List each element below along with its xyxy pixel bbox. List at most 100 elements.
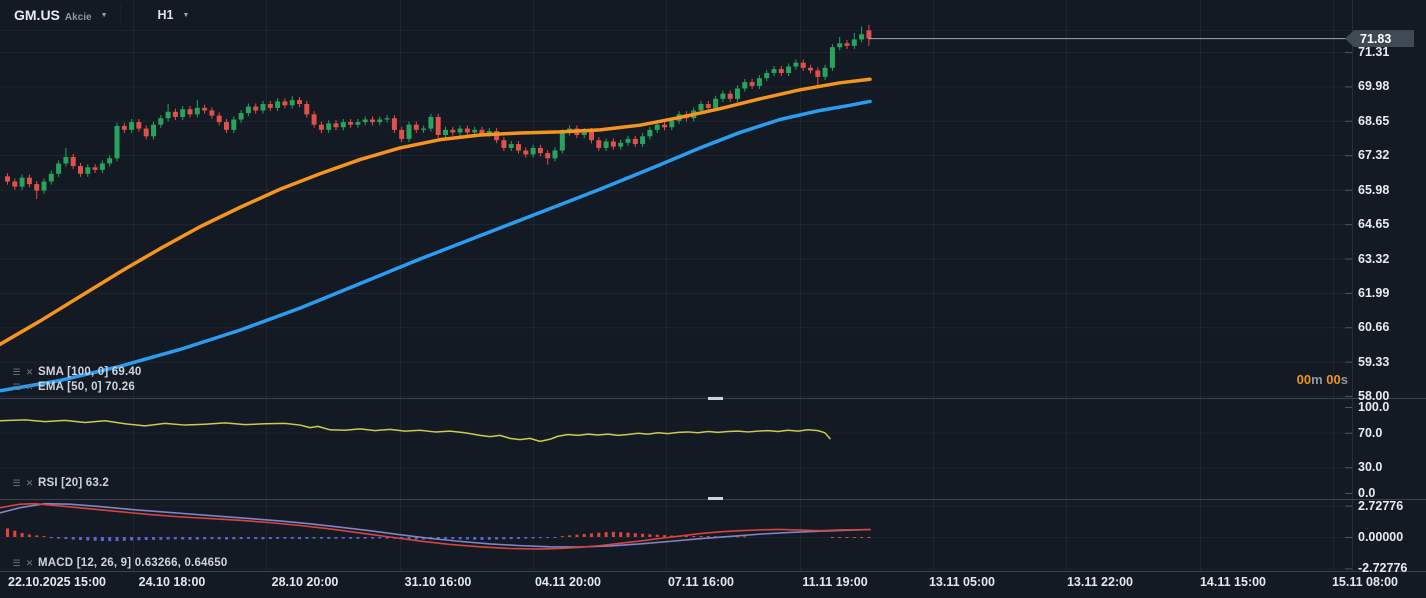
macd-histogram-bar (626, 532, 630, 537)
candle (114, 125, 120, 159)
candle (596, 140, 602, 148)
macd-histogram-bar (166, 537, 170, 540)
macd-histogram-bar (568, 535, 572, 537)
candle (866, 30, 872, 39)
candle (829, 47, 835, 68)
indicator-remove-icon[interactable]: ✕ (23, 477, 36, 489)
macd-histogram-bar (13, 530, 17, 537)
macd-histogram-bar (283, 537, 287, 539)
time-axis-label: 07.11 16:00 (667, 575, 735, 589)
macd-histogram-bar (838, 537, 842, 538)
indicator-settings-icon[interactable]: ☰ (10, 477, 23, 489)
candle (172, 111, 178, 117)
macd-histogram-bar (575, 534, 579, 537)
candle (12, 181, 18, 187)
candle (421, 128, 427, 130)
panel-resize-handle[interactable] (708, 497, 723, 500)
price-axis-label: 71.31 (1358, 45, 1390, 60)
macd-histogram-bar (663, 535, 666, 537)
last-price-tag: 71.83 (1345, 30, 1414, 48)
candle (78, 166, 83, 174)
price-axis-label: 69.98 (1358, 79, 1390, 94)
macd-histogram-bar (276, 537, 280, 539)
candle (216, 115, 222, 123)
time-axis-label: 28.10 20:00 (271, 575, 339, 589)
price-axis-label: 64.65 (1358, 217, 1390, 232)
macd-histogram-bar (35, 535, 39, 537)
candle (808, 67, 813, 71)
macd-histogram-bar (371, 537, 374, 539)
macd-histogram-bar (137, 537, 141, 541)
panel-resize-handle[interactable] (708, 397, 723, 400)
macd-line (0, 502, 871, 550)
indicator-remove-icon[interactable]: ✕ (23, 366, 36, 378)
indicator-settings-icon[interactable]: ☰ (10, 381, 23, 393)
time-axis-label: 14.11 15:00 (1199, 575, 1267, 589)
candle (413, 124, 419, 130)
macd-histogram-bar (699, 536, 703, 538)
candle (41, 181, 47, 191)
candle (399, 129, 405, 139)
timeframe-selector[interactable]: H1 ▼ (146, 8, 202, 22)
macd-histogram-bar (633, 533, 637, 537)
candle (786, 66, 792, 73)
indicator-legend-sma: ☰ ✕ SMA [100, 0] 69.40 (10, 366, 142, 378)
indicator-settings-icon[interactable]: ☰ (10, 557, 23, 569)
macd-histogram-bar (487, 537, 491, 540)
candle (326, 123, 332, 130)
indicator-remove-icon[interactable]: ✕ (23, 557, 36, 569)
macd-histogram-bar (305, 537, 309, 539)
candle (48, 173, 54, 182)
candle (654, 124, 660, 130)
indicator-legend-ema: ☰ ✕ EMA [50, 0] 70.26 (10, 381, 135, 393)
indicator-settings-icon[interactable]: ☰ (10, 366, 23, 378)
macd-histogram-bar (159, 537, 163, 540)
macd-histogram-bar (86, 537, 90, 541)
candle (406, 124, 412, 139)
candle (859, 34, 865, 40)
macd-histogram-bar (597, 532, 601, 537)
candle (545, 153, 551, 159)
candle (151, 124, 156, 137)
indicator-remove-icon[interactable]: ✕ (23, 381, 36, 393)
rsi-axis-label: 70.0 (1358, 425, 1383, 440)
candle (472, 129, 478, 133)
candle (559, 132, 565, 151)
candle (508, 144, 514, 148)
time-axis-label: 11.11 19:00 (802, 575, 868, 589)
symbol-label: GM.US (14, 7, 60, 23)
time-axis-label: 15.11 08:00 (1331, 575, 1399, 589)
candle (713, 98, 719, 108)
candle (720, 93, 726, 99)
macd-histogram-bar (845, 537, 849, 538)
candle (662, 124, 667, 128)
macd-histogram-bar (611, 531, 615, 537)
macd-histogram-bar (64, 537, 68, 540)
candle (143, 128, 149, 137)
indicator-label: EMA [50, 0] 70.26 (38, 381, 135, 393)
candle (136, 122, 142, 129)
macd-histogram-bar (108, 537, 112, 542)
macd-histogram-bar (655, 534, 659, 537)
price-axis-label: 63.32 (1358, 251, 1390, 266)
candle (625, 138, 631, 143)
chevron-down-icon: ▼ (100, 11, 108, 19)
macd-histogram-bar (546, 537, 550, 538)
candle (70, 156, 76, 167)
candle (63, 156, 69, 164)
candle (749, 82, 755, 86)
symbol-selector[interactable]: GM.US Akcie ▼ (0, 7, 118, 23)
macd-histogram-bar (20, 532, 24, 537)
candle (669, 120, 675, 128)
candle (610, 141, 616, 147)
candle (129, 122, 135, 130)
macd-histogram-bar (225, 537, 228, 540)
candle (355, 122, 361, 125)
candle (275, 101, 281, 108)
candle (771, 69, 777, 73)
candle (764, 73, 770, 79)
candle (822, 67, 828, 77)
macd-histogram-bar (495, 537, 499, 540)
macd-histogram-bar (531, 537, 535, 539)
chart-surface[interactable] (0, 0, 1426, 598)
